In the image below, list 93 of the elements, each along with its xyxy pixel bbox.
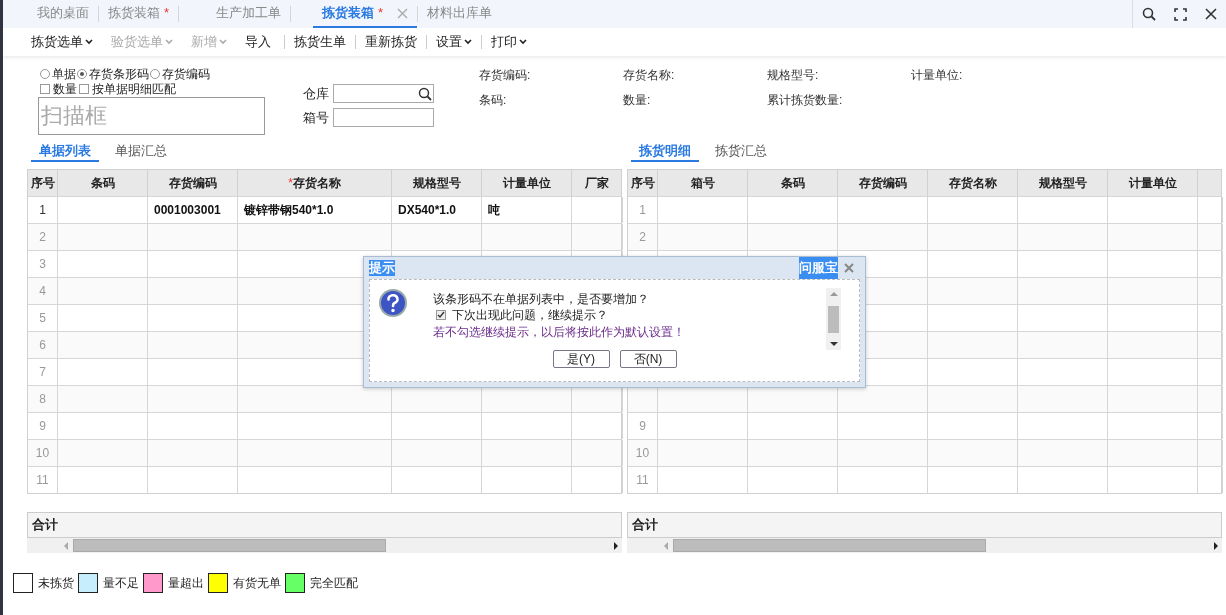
- scroll-left-icon[interactable]: [663, 541, 669, 550]
- remind-checkbox[interactable]: 下次出现此问题，继续提示？: [436, 307, 826, 323]
- panel-tab[interactable]: 单据汇总: [107, 142, 175, 162]
- dialog-title: 提示: [369, 260, 395, 276]
- info-label: 数量:: [623, 92, 652, 109]
- table-cell-text: 吨: [488, 202, 500, 219]
- table-cell-text: 10: [635, 445, 650, 462]
- table-cell-text: 3: [39, 256, 46, 273]
- document-tab[interactable]: 拣货装箱 *: [313, 0, 418, 28]
- dialog-note: 若不勾选继续提示，以后将按此作为默认设置！: [433, 324, 686, 340]
- fullscreen-icon[interactable]: [1174, 7, 1187, 21]
- legend-label: 量超出: [168, 575, 204, 592]
- table-cell-text: 7: [39, 364, 46, 381]
- scroll-down-icon[interactable]: [829, 342, 838, 347]
- legend-label: 量不足: [103, 575, 139, 592]
- table-cell-text: 5: [39, 310, 46, 327]
- scroll-left-icon[interactable]: [63, 541, 69, 550]
- caret-icon: [85, 39, 93, 45]
- info-label: 存货名称:: [623, 67, 676, 84]
- column-header: 厂家: [585, 175, 609, 192]
- question-icon: [378, 288, 408, 318]
- table-cell-text: 10: [35, 445, 50, 462]
- checkmark-icon: [437, 311, 445, 319]
- column-header: 计量单位: [502, 175, 551, 192]
- column-header: 存货名称: [948, 175, 997, 192]
- caret-icon: [165, 39, 173, 45]
- search-icon[interactable]: [1142, 7, 1156, 21]
- search-icon[interactable]: [418, 86, 432, 101]
- panel-tab[interactable]: 拣货明细: [631, 142, 699, 162]
- info-label: 累计拣货数量:: [767, 92, 844, 109]
- table-cell-text: 镀锌带钢540*1.0: [244, 202, 334, 219]
- column-header: 存货编码: [858, 175, 907, 192]
- column-header: 序号: [30, 175, 55, 192]
- column-header: 条码: [90, 175, 115, 192]
- scroll-up-icon[interactable]: [829, 291, 838, 296]
- toolbar-button[interactable]: 打印: [482, 32, 536, 52]
- scroll-right-icon[interactable]: [613, 541, 619, 550]
- table-cell-text: DX540*1.0: [398, 202, 457, 219]
- vertical-scrollbar[interactable]: [826, 288, 841, 350]
- dialog-badge: 问服宝: [799, 257, 838, 279]
- column-header: 序号: [630, 175, 655, 192]
- table-cell-text: 9: [639, 418, 646, 435]
- table-cell-text: 4: [39, 283, 46, 300]
- info-label: 计量单位:: [911, 67, 964, 84]
- table-cell-text: 8: [39, 391, 46, 408]
- table-cell-text: 11: [36, 472, 49, 489]
- total-label: 合计: [32, 516, 58, 535]
- toolbar-button[interactable]: 拣货生单: [285, 32, 355, 52]
- caret-icon: [219, 39, 227, 45]
- info-label: 条码:: [479, 92, 508, 109]
- table-cell-text: 6: [39, 337, 46, 354]
- info-label: 规格型号:: [767, 67, 820, 84]
- dialog-message: 该条形码不在单据列表中，是否要增加？: [433, 291, 650, 307]
- legend-label: 有货无单: [233, 575, 281, 592]
- toolbar-button[interactable]: 拣货选单: [22, 32, 102, 52]
- toolbar-button[interactable]: 导入: [236, 32, 280, 52]
- close-icon[interactable]: [1205, 8, 1217, 20]
- dialog-button[interactable]: 否(N): [619, 350, 677, 368]
- document-tab[interactable]: 我的桌面: [28, 0, 98, 28]
- field-label: 仓库: [303, 85, 329, 103]
- box-number-field[interactable]: [333, 107, 434, 127]
- column-header: 计量单位: [1128, 175, 1177, 192]
- toolbar-button[interactable]: 设置: [427, 32, 481, 52]
- table-cell-text: 2: [39, 229, 46, 246]
- legend-label: 完全匹配: [310, 575, 358, 592]
- horizontal-scrollbar[interactable]: [627, 538, 1222, 553]
- column-header: *存货名称: [288, 175, 341, 192]
- column-header: 条码: [780, 175, 805, 192]
- column-header: 箱号: [690, 175, 715, 192]
- toolbar-button[interactable]: 重新拣货: [356, 32, 426, 52]
- document-tab[interactable]: 拣货装箱 *: [99, 0, 179, 28]
- table-cell-text: 9: [39, 418, 46, 435]
- warehouse-field[interactable]: [333, 84, 434, 104]
- table-cell-text: 0001003001: [154, 202, 221, 219]
- panel-tab[interactable]: 拣货汇总: [707, 142, 775, 162]
- column-header: 规格型号: [412, 175, 461, 192]
- caret-icon: [464, 39, 472, 45]
- column-header: 规格型号: [1038, 175, 1087, 192]
- table-cell-text: 1: [39, 202, 46, 219]
- table-cell-text: 1: [639, 202, 646, 219]
- total-label: 合计: [632, 516, 658, 535]
- dialog-button[interactable]: 是(Y): [552, 350, 610, 368]
- field-label: 箱号: [303, 108, 329, 127]
- scan-field[interactable]: 扫描框: [38, 97, 265, 135]
- horizontal-scrollbar[interactable]: [27, 538, 622, 553]
- legend-label: 未拣货: [38, 575, 74, 592]
- column-header: 存货编码: [168, 175, 217, 192]
- scroll-right-icon[interactable]: [1213, 541, 1219, 550]
- info-label: 存货编码:: [479, 67, 532, 84]
- caret-icon: [519, 39, 527, 45]
- table-cell-text: 2: [639, 229, 646, 246]
- table-cell-text: 11: [636, 472, 649, 489]
- panel-tab[interactable]: 单据列表: [31, 142, 99, 162]
